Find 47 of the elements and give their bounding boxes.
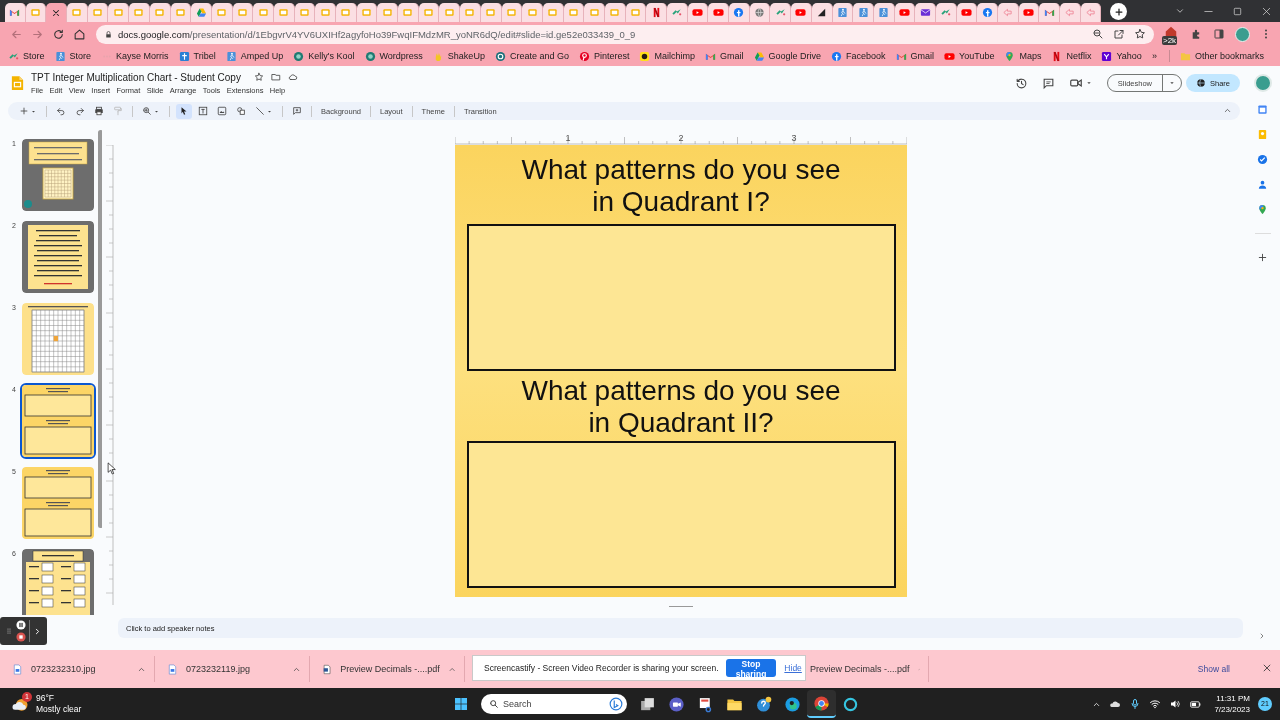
file-name: Preview Decimals -....pdf <box>810 664 910 674</box>
bookmark[interactable]: Mailchimp <box>639 50 695 62</box>
document-title[interactable]: TPT Integer Multiplication Chart - Student Copy <box>31 71 241 83</box>
address-field[interactable]: docs.google.com/presentation/d/1EbgvrV4YV6UXIHf2agyfoHo39FwqIFMdzMR_yoNR6dQ/edit#slide=id.ge52e033439_0_9 <box>96 24 1154 44</box>
search-field[interactable]: Search <box>481 694 627 714</box>
bookmark[interactable]: ShakeUp <box>432 50 485 62</box>
file-name: 0723232119.jpg <box>186 664 251 674</box>
download-item[interactable]: 0723232119.jpg <box>155 656 310 682</box>
download-item[interactable]: Preview Decimals -....pdf <box>310 656 465 682</box>
file-name: 0723232310.jpg <box>31 664 97 674</box>
bookmark[interactable]: Pinterest <box>578 50 630 62</box>
bookmark[interactable]: Tribel <box>178 50 216 62</box>
temperature-text: 96°F <box>36 693 56 704</box>
question-text: What patterns do you see in Quadrant II? <box>520 375 842 439</box>
bookmark[interactable]: Store <box>54 50 92 62</box>
file-name: Preview Decimals -....pdf <box>340 664 440 674</box>
weather-text: Mostly clear <box>36 704 82 715</box>
bookmark[interactable]: YouTube <box>944 50 995 62</box>
hide-link[interactable]: Hide <box>784 663 802 673</box>
bookmark[interactable]: Maps <box>1004 50 1042 62</box>
bookmark[interactable]: Wordpress <box>364 50 423 62</box>
bookmark[interactable]: Store <box>8 50 45 62</box>
url-text: docs.google.com/presentation/d/1EbgvrV4YV6UXIHf2agyfoHo39FwqIFMdzMR_yoNR6dQ/edit#slide=id.ge52e033439_0_9 <box>118 28 637 40</box>
download-item[interactable]: 0723232310.jpg <box>0 656 155 682</box>
bookmark[interactable]: Yahoo <box>1101 50 1142 62</box>
clock[interactable]: 11:31 PM 7/23/2023 <box>1214 693 1250 715</box>
show-all-button[interactable]: Show all <box>1191 663 1236 675</box>
slide[interactable]: What patterns do you see in Quadrant I? What patterns do you see in Quadrant II? <box>454 145 907 597</box>
clock-time: 11:31 PM <box>1216 693 1250 704</box>
stop-sharing-button[interactable]: Stop sharing <box>725 659 777 677</box>
bookmark[interactable]: Gmail <box>705 50 744 62</box>
bookmark[interactable]: Gmail <box>895 50 935 62</box>
bookmark[interactable]: Amped Up <box>225 50 284 62</box>
more-bookmarks-button[interactable]: » <box>1151 51 1157 61</box>
bookmark[interactable]: Create and Go <box>494 50 569 62</box>
extension-button[interactable]: >2k <box>1164 25 1180 43</box>
count-badge: >2k <box>1162 36 1178 45</box>
notice-text: Screencastify - Screen Video Recorder is sharing your screen. <box>484 663 719 673</box>
question-text: What patterns do you see in Quadrant I? <box>520 154 842 218</box>
bookmark[interactable]: Google Drive <box>753 50 822 62</box>
bookmark-folder[interactable]: Other bookmarks <box>1179 50 1264 62</box>
bookmark[interactable]: Kelly's Kool <box>293 50 355 62</box>
bookmark[interactable]: Kayse Morris <box>101 50 169 62</box>
bookmark[interactable]: Facebook <box>831 50 886 62</box>
clock-date: 7/23/2023 <box>1214 704 1250 715</box>
ruler[interactable]: 1 2 3 <box>454 133 907 145</box>
bookmark[interactable]: Netflix <box>1051 50 1092 62</box>
